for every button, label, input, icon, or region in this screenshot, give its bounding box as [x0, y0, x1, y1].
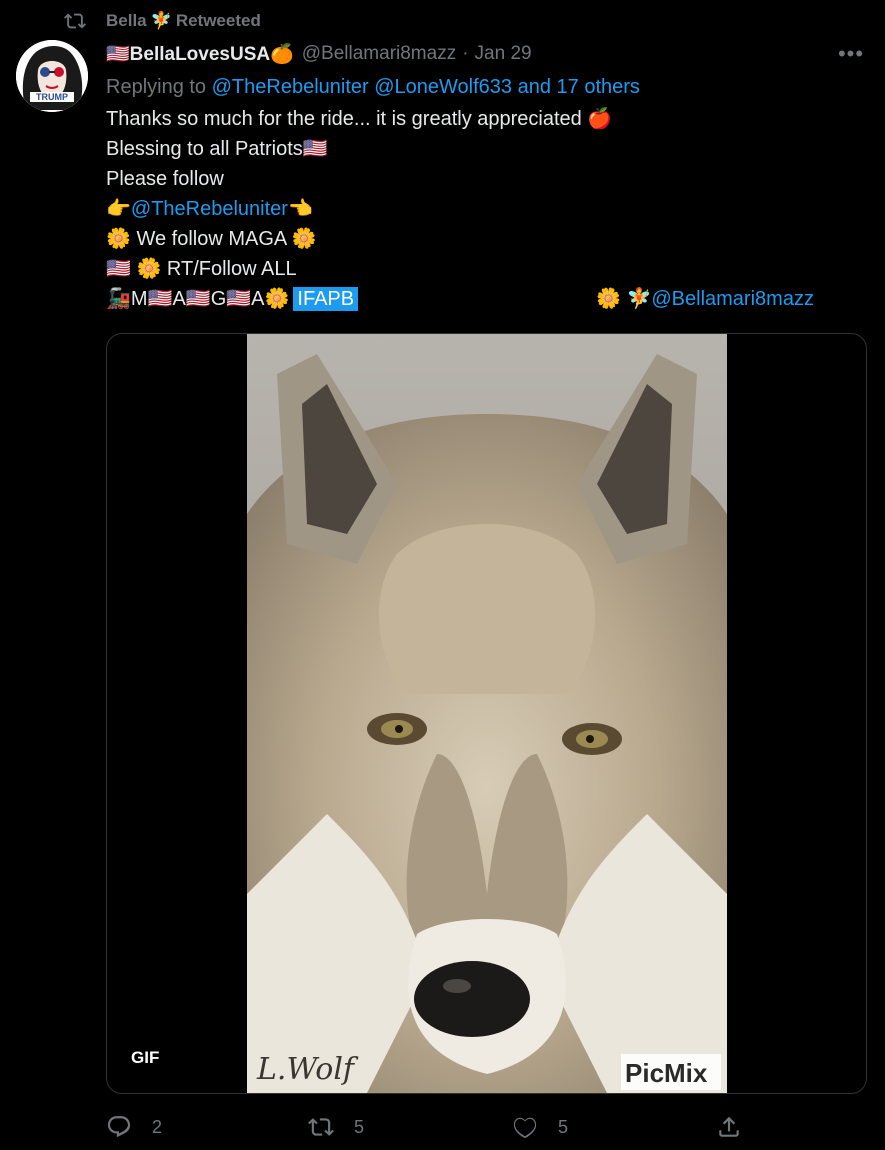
retweeter-name[interactable]: Bella — [106, 11, 147, 31]
text-line: Please follow — [106, 168, 224, 190]
avatar-text: TRUMP — [36, 92, 68, 102]
tweet-text: Thanks so much for the ride... it is gre… — [106, 104, 612, 314]
trailing-mention-link[interactable]: @Bellamari8mazz — [651, 288, 814, 310]
gif-badge: GIF — [121, 1046, 170, 1070]
retweet-count: 5 — [354, 1116, 365, 1137]
text-line: 🌼 We follow MAGA 🌼 — [106, 228, 317, 250]
tweet-article[interactable]: Bella 🧚 Retweeted TRUMP 🇺🇸BellaLovesUSA🍊 … — [0, 0, 885, 1150]
avatar-image: TRUMP — [16, 40, 88, 112]
retweeted-label: Retweeted — [175, 11, 261, 30]
retweeter-emoji: 🧚 — [150, 11, 172, 30]
text-line: 👉 @TheRebeluniter 👈 — [106, 194, 612, 224]
reply-count: 2 — [152, 1116, 163, 1137]
heart-icon — [513, 1117, 537, 1139]
mention-link[interactable]: @TheRebeluniter — [131, 194, 288, 224]
pointing-left-emoji: 👈 — [287, 198, 313, 220]
retweet-icon — [308, 1118, 334, 1136]
reply-icon — [107, 1116, 131, 1138]
more-options-icon[interactable]: ••• — [837, 40, 865, 68]
media-gif[interactable]: L.Wolf PicMix GIF — [106, 333, 867, 1094]
picmix-watermark: PicMix — [625, 1058, 708, 1088]
text-line: 🇺🇸 🌼 RT/Follow ALL — [106, 258, 297, 280]
like-count: 5 — [558, 1116, 569, 1137]
replying-to-mentions[interactable]: @TheRebeluniter @LoneWolf633 and 17 othe… — [212, 76, 640, 98]
share-icon — [719, 1116, 739, 1137]
action-bar: 2 5 5 — [106, 1108, 746, 1148]
retweeted-by-row: Bella 🧚 Retweeted — [64, 8, 261, 34]
author-avatar[interactable]: TRUMP — [16, 40, 88, 112]
maga-text: 🚂M🇺🇸A🇺🇸G🇺🇸A — [106, 288, 265, 310]
author-handle[interactable]: @Bellamari8mazz — [302, 43, 456, 65]
like-button[interactable]: 5 — [512, 1108, 568, 1146]
author-display-name[interactable]: 🇺🇸BellaLovesUSA🍊 — [106, 42, 294, 66]
ifapb-tag: IFAPB — [293, 287, 359, 311]
share-button[interactable] — [716, 1108, 742, 1146]
wolf-signature: L.Wolf — [256, 1052, 359, 1087]
replying-to-row: Replying to @TheRebeluniter @LoneWolf633… — [106, 72, 640, 102]
tweet-header: 🇺🇸BellaLovesUSA🍊 @Bellamari8mazz · Jan 2… — [106, 38, 532, 70]
wolf-gif-image: L.Wolf PicMix — [247, 334, 727, 1093]
text-line: 🚂M🇺🇸A🇺🇸G🇺🇸A 🌼 IFAPB — [106, 284, 612, 314]
flower-emoji: 🌼 — [264, 288, 290, 310]
reply-button[interactable]: 2 — [106, 1108, 162, 1146]
retweet-button[interactable]: 5 — [308, 1108, 364, 1146]
pointing-right-emoji: 👉 — [106, 198, 131, 220]
tweet-date[interactable]: Jan 29 — [475, 43, 532, 65]
text-line: Thanks so much for the ride... it is gre… — [106, 108, 613, 130]
text-line: Blessing to all Patriots🇺🇸 — [106, 138, 328, 160]
replying-to-label: Replying to — [106, 76, 207, 98]
retweet-icon — [64, 13, 86, 29]
header-separator: · — [462, 43, 469, 64]
trailing-mention: 🌼 🧚@Bellamari8mazz — [596, 284, 814, 314]
trailing-emoji: 🌼 🧚 — [596, 288, 652, 310]
